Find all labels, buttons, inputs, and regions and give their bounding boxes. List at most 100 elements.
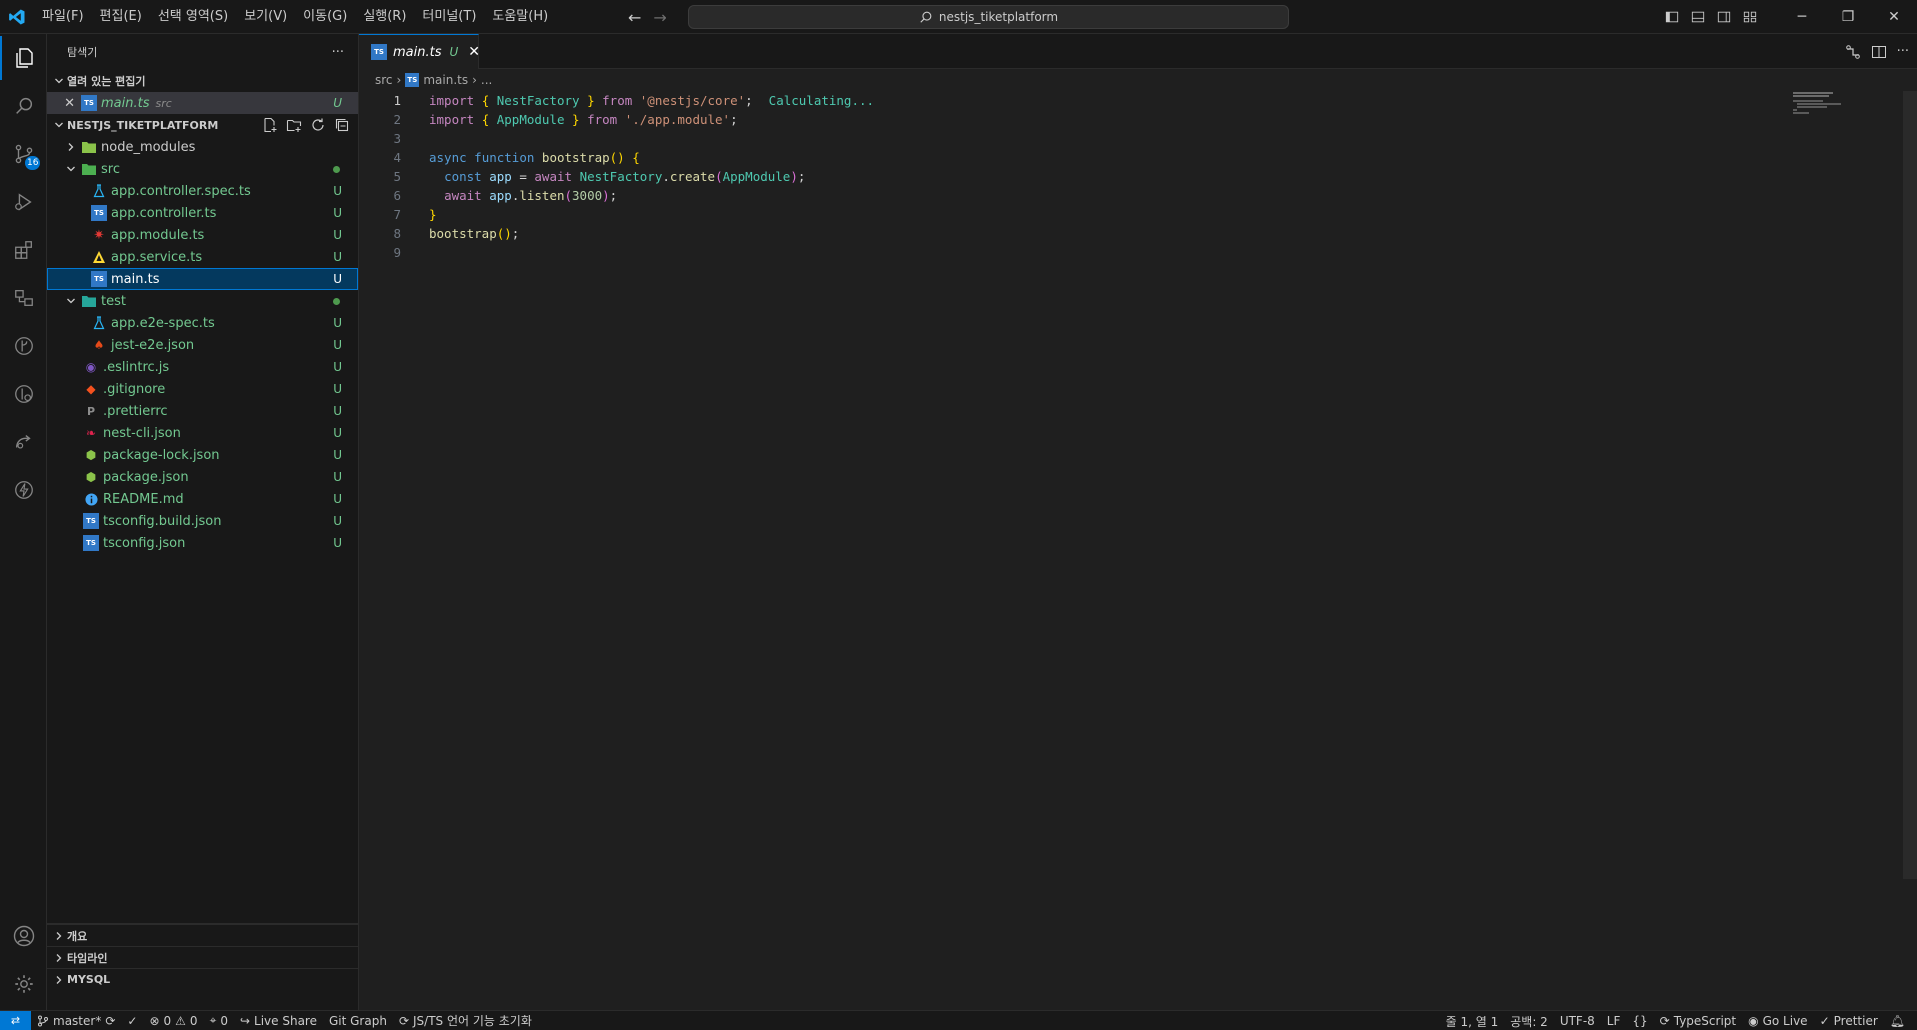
open-changes-icon[interactable] [1845,44,1861,60]
tree-file-tsconfig[interactable]: TS tsconfig.json U [47,532,358,554]
code-token: () [609,150,625,165]
command-center-search[interactable]: nestjs_tiketplatform [688,5,1289,29]
git-history-icon[interactable] [0,372,47,416]
mysql-label: MYSQL [67,973,111,986]
end-of-line[interactable]: LF [1601,1014,1627,1028]
tree-folder-src[interactable]: src [47,158,358,180]
problems-status[interactable]: ⊗ 0 ⚠ 0 [143,1014,203,1028]
forward-arrow-icon[interactable]: → [653,8,666,27]
thunder-client-icon[interactable] [0,468,47,512]
timeline-section[interactable]: 타임라인 [47,946,358,968]
git-file-icon: ◆ [86,382,96,396]
minimize-icon[interactable]: ─ [1779,0,1825,34]
editor-more-actions-icon[interactable]: ··· [1897,44,1909,59]
prettier-status[interactable]: ✓ Prettier [1814,1014,1884,1028]
tree-item-label: main.ts [111,271,160,287]
language-mode[interactable]: ⟳ TypeScript [1654,1014,1742,1028]
toggle-secondary-sidebar-icon[interactable] [1711,0,1737,34]
menu-help[interactable]: 도움말(H) [484,0,556,34]
tree-folder-test[interactable]: test [47,290,358,312]
menu-selection[interactable]: 선택 영역(S) [150,0,236,34]
outline-section[interactable]: 개요 [47,924,358,946]
tree-file-readme[interactable]: README.md U [47,488,358,510]
refresh-icon[interactable] [310,117,326,133]
menu-run[interactable]: 실행(R) [355,0,414,34]
split-editor-icon[interactable] [1871,44,1887,60]
tree-file-app-module[interactable]: ✷ app.module.ts U [47,224,358,246]
chevron-right-icon: › [472,73,477,87]
code-token: ; [609,188,618,203]
project-section[interactable]: NESTJS_TIKETPLATFORM [47,114,358,136]
source-control-status-icon[interactable]: ✓ [121,1014,143,1028]
tree-file-tsconfig-build[interactable]: TS tsconfig.build.json U [47,510,358,532]
live-share-status[interactable]: ↪ Live Share [234,1014,323,1028]
error-count: 0 [163,1013,172,1028]
tree-file-app-e2e-spec[interactable]: app.e2e-spec.ts U [47,312,358,334]
tree-file-jest-e2e[interactable]: ♠ jest-e2e.json U [47,334,358,356]
code-token: () [496,226,512,241]
ts-init-status[interactable]: ⟳ JS/TS 언어 기능 초기화 [393,1012,538,1029]
tree-file-prettierrc[interactable]: P .prettierrc U [47,400,358,422]
menu-file[interactable]: 파일(F) [34,0,92,34]
tree-file-package-lock[interactable]: ⬢ package-lock.json U [47,444,358,466]
search-view-icon[interactable] [0,84,47,128]
notifications-bell-icon[interactable]: 🔔︎ [1884,1014,1911,1028]
editor-scrollbar[interactable] [1903,91,1917,879]
breadcrumb-file[interactable]: main.ts [423,73,468,87]
collapse-all-icon[interactable] [334,117,350,133]
close-tab-icon[interactable]: ✕ [468,44,480,60]
git-graph-status[interactable]: Git Graph [323,1014,393,1028]
tree-file-app-controller-spec[interactable]: app.controller.spec.ts U [47,180,358,202]
tree-file-package[interactable]: ⬢ package.json U [47,466,358,488]
remote-indicator-icon[interactable]: ⇄ [0,1010,31,1030]
breadcrumb-symbol[interactable]: ... [481,73,492,87]
back-arrow-icon[interactable]: ← [628,8,641,27]
run-debug-icon[interactable] [0,180,47,224]
menu-edit[interactable]: 편집(E) [92,0,150,34]
toggle-panel-icon[interactable] [1685,0,1711,34]
close-editor-icon[interactable]: ✕ [47,96,75,111]
new-file-icon[interactable] [262,117,278,133]
go-live-button[interactable]: ◉ Go Live [1742,1014,1813,1028]
open-editor-item-main-ts[interactable]: ✕ TS main.ts src U [47,92,358,114]
tab-main-ts[interactable]: TS main.ts U ✕ [359,34,480,69]
branch-status[interactable]: master* ⟳ [31,1014,121,1028]
indentation[interactable]: 공백: 2 [1504,1013,1554,1030]
ports-status[interactable]: ⌖ 0 [204,1013,234,1028]
menu-terminal[interactable]: 터미널(T) [414,0,484,34]
tree-file-app-controller[interactable]: TS app.controller.ts U [47,202,358,224]
code-token: ; [797,169,806,184]
toggle-primary-sidebar-icon[interactable] [1659,0,1685,34]
minimap[interactable] [1793,92,1853,116]
language-braces-icon[interactable]: {} [1626,1014,1653,1028]
tree-file-app-service[interactable]: app.service.ts U [47,246,358,268]
cursor-position[interactable]: 줄 1, 열 1 [1440,1013,1505,1030]
menu-go[interactable]: 이동(G) [295,0,355,34]
tree-folder-node-modules[interactable]: node_modules [47,136,358,158]
tree-file-eslintrc[interactable]: ◉ .eslintrc.js U [47,356,358,378]
extensions-icon[interactable] [0,228,47,272]
settings-gear-icon[interactable] [0,962,47,1006]
remote-explorer-icon[interactable] [0,276,47,320]
source-control-icon[interactable]: 16 [0,132,47,176]
restore-icon[interactable]: ❐ [1825,0,1871,34]
git-graph-icon[interactable] [0,324,47,368]
encoding[interactable]: UTF-8 [1554,1014,1601,1028]
accounts-icon[interactable] [0,914,47,958]
explorer-icon[interactable] [0,36,47,80]
tree-file-main-ts[interactable]: TS main.ts U [47,268,358,290]
close-window-icon[interactable]: ✕ [1871,0,1917,34]
menu-view[interactable]: 보기(V) [236,0,295,34]
tree-file-gitignore[interactable]: ◆ .gitignore U [47,378,358,400]
tree-file-nest-cli[interactable]: ❧ nest-cli.json U [47,422,358,444]
module-file-icon: ✷ [93,227,105,243]
sync-icon[interactable]: ⟳ [105,1014,115,1028]
breadcrumb-src[interactable]: src [375,73,393,87]
new-folder-icon[interactable] [286,117,302,133]
live-share-icon[interactable] [0,420,47,464]
open-editors-section[interactable]: 열려 있는 편집기 [47,70,358,92]
explorer-more-actions-icon[interactable]: ··· [332,45,344,60]
mysql-section[interactable]: MYSQL [47,968,358,990]
code-editor[interactable]: 1 import { NestFactory } from '@nestjs/c… [359,91,1917,1009]
customize-layout-icon[interactable] [1737,0,1763,34]
